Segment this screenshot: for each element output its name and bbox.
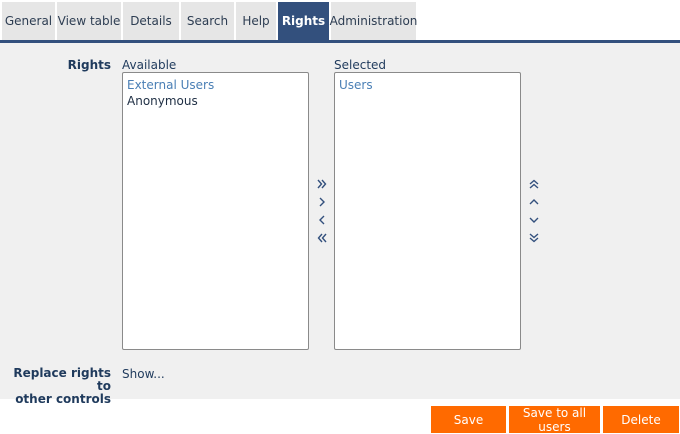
move-down-icon[interactable] [527, 213, 541, 227]
selected-listbox[interactable]: Users [334, 72, 521, 350]
available-listbox[interactable]: External Users Anonymous [122, 72, 309, 350]
move-top-icon[interactable] [527, 177, 541, 191]
save-button[interactable]: Save [431, 406, 506, 433]
tab-general[interactable]: General [2, 2, 55, 40]
available-label: Available [122, 58, 177, 72]
replace-rights-label-line2: other controls [15, 392, 111, 406]
tab-details[interactable]: Details [123, 2, 179, 40]
move-bottom-icon[interactable] [527, 231, 541, 245]
show-link[interactable]: Show... [122, 367, 165, 381]
list-item[interactable]: Users [339, 77, 516, 93]
move-left-icon[interactable] [315, 213, 329, 227]
selected-label: Selected [334, 58, 387, 72]
delete-button[interactable]: Delete [603, 406, 679, 433]
tab-search[interactable]: Search [181, 2, 234, 40]
move-all-right-icon[interactable] [315, 177, 329, 191]
tab-view-table[interactable]: View table [57, 2, 121, 40]
move-right-icon[interactable] [315, 195, 329, 209]
rights-label: Rights [67, 58, 111, 72]
list-item[interactable]: Anonymous [127, 93, 304, 109]
tab-administration[interactable]: Administration [330, 2, 417, 40]
replace-rights-label: Replace rights to other controls [4, 367, 111, 406]
move-all-left-icon[interactable] [315, 231, 329, 245]
tab-help[interactable]: Help [236, 2, 276, 40]
tab-rights[interactable]: Rights [278, 2, 329, 40]
list-item[interactable]: External Users [127, 77, 304, 93]
save-to-all-users-button[interactable]: Save to all users [509, 406, 600, 434]
tab-bar: General View table Details Search Help R… [2, 2, 417, 40]
move-up-icon[interactable] [527, 195, 541, 209]
replace-rights-label-line1: Replace rights to [13, 366, 111, 393]
